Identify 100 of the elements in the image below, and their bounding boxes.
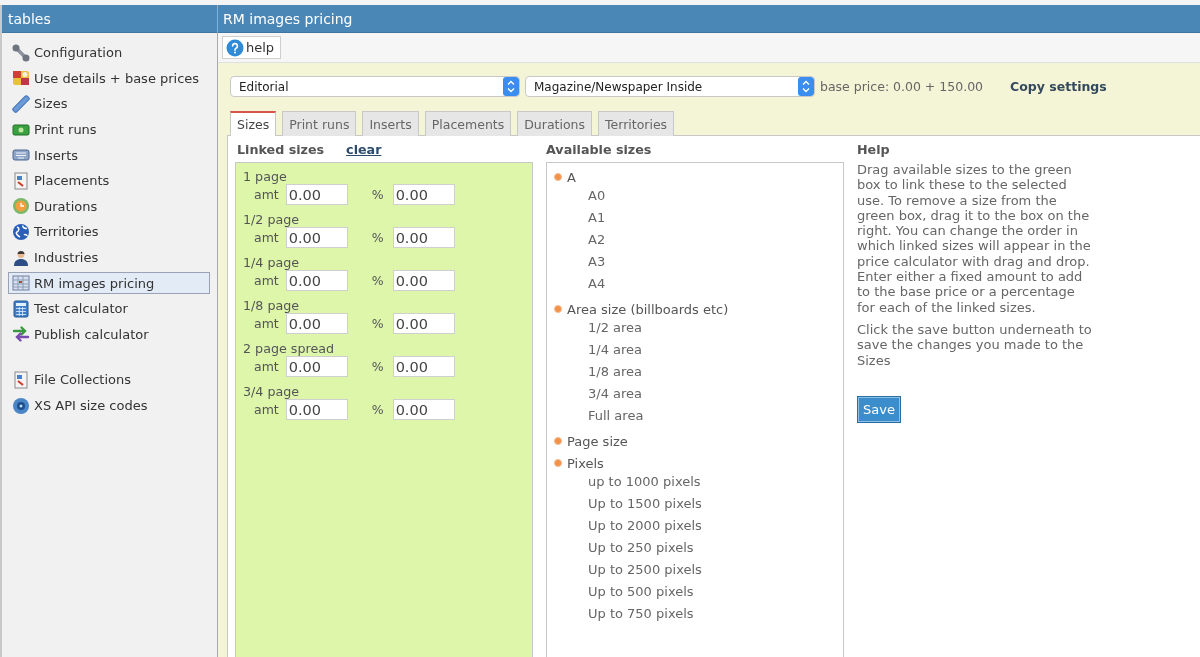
size-item[interactable]: Up to 250 pixels bbox=[588, 537, 694, 559]
blocks-icon bbox=[12, 69, 30, 88]
amount-input[interactable]: 0.00 bbox=[285, 356, 348, 377]
size-item[interactable]: Up to 500 pixels bbox=[588, 581, 694, 603]
section-heading: Linked sizes bbox=[237, 142, 325, 157]
document-icon bbox=[12, 171, 30, 190]
help-icon bbox=[226, 38, 244, 57]
percent-label: % bbox=[371, 402, 384, 417]
size-item[interactable]: up to 1000 pixels bbox=[588, 471, 701, 493]
base-price-text: base price: 0.00 + 150.00 bbox=[820, 79, 984, 94]
person-icon bbox=[12, 248, 30, 267]
amount-input[interactable]: 0.00 bbox=[285, 184, 348, 205]
size-item[interactable]: A3 bbox=[588, 251, 606, 273]
sidebar-item[interactable]: XS API size codes bbox=[8, 394, 210, 417]
size-item[interactable]: A4 bbox=[588, 273, 606, 295]
sidebar-item[interactable]: Durations bbox=[8, 195, 210, 218]
size-item[interactable]: 1/8 area bbox=[588, 361, 643, 383]
percent-input[interactable]: 0.00 bbox=[392, 313, 455, 334]
sidebar-item[interactable]: Sizes bbox=[8, 93, 210, 115]
percent-input[interactable]: 0.00 bbox=[392, 356, 455, 377]
sidebar-item[interactable]: Territories bbox=[8, 220, 210, 243]
size-item[interactable]: A1 bbox=[588, 207, 606, 229]
sidebar-item[interactable]: RM images pricing bbox=[8, 272, 210, 295]
help-text: Click the save button underneath to save the changes you made to the Sizes bbox=[857, 321, 1093, 368]
percent-label: % bbox=[371, 359, 384, 374]
amount-label: amt bbox=[254, 230, 279, 245]
tab[interactable]: Placements bbox=[424, 111, 512, 136]
stepper-icon bbox=[503, 77, 519, 96]
amount-input[interactable]: 0.00 bbox=[285, 313, 348, 334]
bullet-icon bbox=[554, 459, 562, 467]
size-item[interactable]: Up to 1500 pixels bbox=[588, 493, 702, 515]
copy-settings-link[interactable]: Copy settings bbox=[1010, 79, 1107, 94]
sidebar-item[interactable]: Inserts bbox=[8, 144, 210, 167]
size-group-item[interactable]: A bbox=[567, 169, 576, 185]
tab[interactable]: Sizes bbox=[230, 111, 277, 136]
wrench-icon bbox=[12, 43, 30, 62]
size-item[interactable]: Up to 2500 pixels bbox=[588, 559, 702, 581]
size-label[interactable]: 1/2 page bbox=[243, 212, 300, 228]
sidebar-item[interactable]: Test calculator bbox=[8, 297, 210, 320]
tab[interactable]: Durations bbox=[517, 111, 593, 136]
amount-input[interactable]: 0.00 bbox=[285, 399, 348, 420]
amount-label: amt bbox=[254, 402, 279, 417]
save-button[interactable]: Save bbox=[857, 395, 901, 423]
section-heading: Available sizes bbox=[546, 142, 652, 157]
size-group-item[interactable]: Area size (billboards etc) bbox=[567, 301, 729, 317]
sidebar-item[interactable]: Use details + base prices bbox=[8, 67, 210, 90]
size-label[interactable]: 1 page bbox=[243, 169, 287, 185]
size-item[interactable]: 1/2 area bbox=[588, 317, 643, 339]
section-heading: Help bbox=[857, 142, 890, 157]
percent-input[interactable]: 0.00 bbox=[392, 270, 455, 291]
sidebar-item[interactable]: File Collections bbox=[8, 368, 210, 391]
percent-input[interactable]: 0.00 bbox=[392, 399, 455, 420]
dropdown-select[interactable]: Magazine/Newspaper Inside bbox=[525, 76, 815, 97]
size-item[interactable]: Full area bbox=[588, 405, 644, 427]
sidebar-item[interactable]: Industries bbox=[8, 246, 210, 269]
size-group-item[interactable]: Page size bbox=[567, 433, 628, 449]
percent-input[interactable]: 0.00 bbox=[392, 227, 455, 248]
amount-input[interactable]: 0.00 bbox=[285, 270, 348, 291]
disc-icon bbox=[12, 396, 30, 415]
size-item[interactable]: 3/4 area bbox=[588, 383, 643, 405]
size-item[interactable]: A0 bbox=[588, 185, 606, 207]
tab[interactable]: Territories bbox=[598, 111, 675, 136]
calculator-icon bbox=[12, 299, 30, 318]
amount-label: amt bbox=[254, 359, 279, 374]
percent-label: % bbox=[371, 273, 384, 288]
bullet-icon bbox=[554, 305, 562, 313]
size-item[interactable]: 1/4 area bbox=[588, 339, 643, 361]
tab[interactable]: Inserts bbox=[362, 111, 419, 136]
percent-input[interactable]: 0.00 bbox=[392, 184, 455, 205]
percent-label: % bbox=[371, 187, 384, 202]
amount-label: amt bbox=[254, 316, 279, 331]
globe-icon bbox=[12, 222, 30, 241]
clear-link[interactable]: clear bbox=[346, 142, 382, 157]
sidebar-item[interactable]: Placements bbox=[8, 169, 210, 192]
bullet-icon bbox=[554, 437, 562, 445]
amount-input[interactable]: 0.00 bbox=[285, 227, 348, 248]
page-title: RM images pricing bbox=[218, 5, 1200, 33]
size-label[interactable]: 1/4 page bbox=[243, 255, 300, 271]
size-label[interactable]: 2 page spread bbox=[243, 341, 335, 357]
amount-label: amt bbox=[254, 187, 279, 202]
clock-icon bbox=[12, 197, 30, 216]
size-item[interactable]: Up to 2000 pixels bbox=[588, 515, 702, 537]
size-label[interactable]: 1/8 page bbox=[243, 298, 300, 314]
help-text: Drag available sizes to the green box to link these to the selected use. To remove a size from the green box, drag it to the box on the right. You can change the order in which linked sizes will appear in the price calculator with drag and drop. Enter either a fixed amount to add to the base price or a percentage for each of the linked sizes. bbox=[857, 162, 1092, 315]
grid-icon bbox=[12, 274, 30, 293]
sidebar-item[interactable]: Publish calculator bbox=[8, 323, 210, 346]
size-item[interactable]: A2 bbox=[588, 229, 606, 251]
tab[interactable]: Print runs bbox=[282, 111, 357, 136]
size-item[interactable]: Up to 750 pixels bbox=[588, 603, 694, 625]
help-button[interactable]: help bbox=[222, 36, 282, 59]
percent-label: % bbox=[371, 230, 384, 245]
sidebar-title: tables bbox=[2, 5, 217, 33]
size-group-item[interactable]: Pixels bbox=[567, 455, 604, 471]
sidebar-item[interactable]: Configuration bbox=[8, 41, 210, 64]
percent-label: % bbox=[371, 316, 384, 331]
size-label[interactable]: 3/4 page bbox=[243, 384, 300, 400]
bullet-icon bbox=[554, 173, 562, 181]
sidebar-item[interactable]: Print runs bbox=[8, 118, 210, 141]
dropdown-select[interactable]: Editorial bbox=[230, 76, 520, 97]
amount-label: amt bbox=[254, 273, 279, 288]
